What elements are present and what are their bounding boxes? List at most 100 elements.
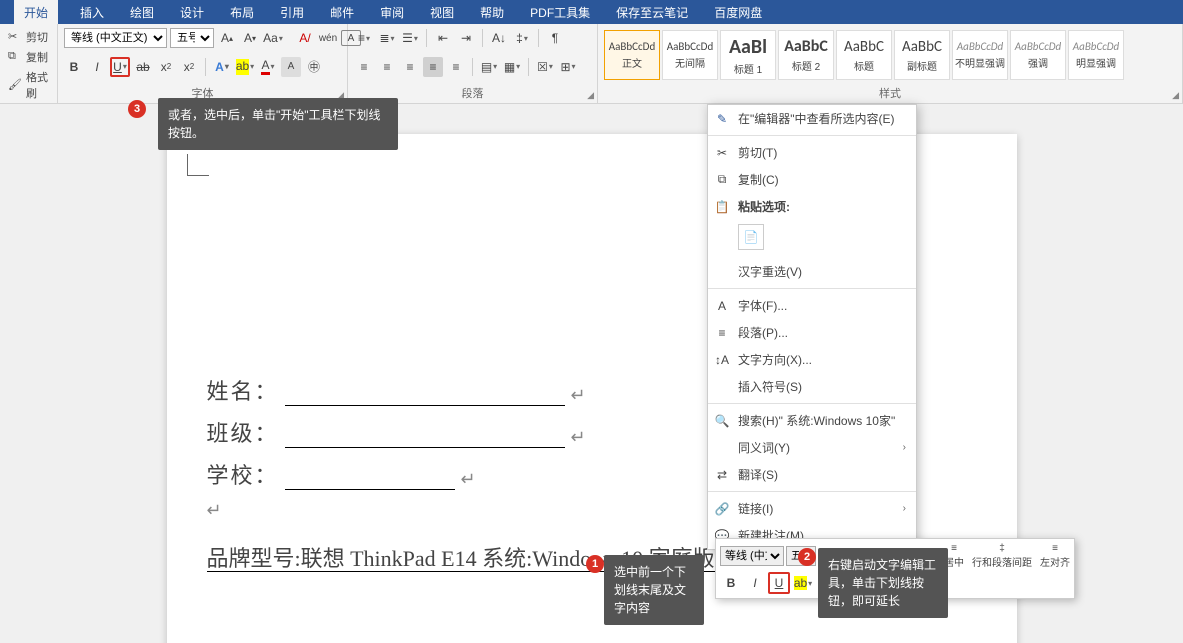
paragraph-opt1-button[interactable]: ☒▾ <box>535 57 555 77</box>
strike-button[interactable]: ab <box>133 57 153 77</box>
underline-name <box>285 382 565 406</box>
align-center-button[interactable]: ≡ <box>377 57 397 77</box>
callout-1: 选中前一个下划线末尾及文字内容 <box>604 555 704 625</box>
font-icon: A <box>714 298 730 314</box>
ribbon: ✂剪切 ⧉复制 🖌格式刷 贴板◢ 等线 (中文正文) 五号 A▴ A▾ Aa▾ … <box>0 24 1183 104</box>
tab-review[interactable]: 审阅 <box>376 0 408 25</box>
paste-keep-text-button[interactable]: 📄 <box>738 224 764 250</box>
font-color-button[interactable]: A▾ <box>258 57 278 77</box>
tab-design[interactable]: 设计 <box>176 0 208 25</box>
tab-baidu[interactable]: 百度网盘 <box>710 0 766 25</box>
style-不明显强调[interactable]: AaBbCcDd不明显强调 <box>952 30 1008 80</box>
ctx-insert-symbol[interactable]: 插入符号(S) <box>708 373 916 400</box>
sub-button[interactable]: x2 <box>156 57 176 77</box>
underline-class <box>285 424 565 448</box>
mini-alignleft-button[interactable]: ≡左对齐 <box>1040 543 1070 569</box>
underline-button[interactable]: U▾ <box>110 57 130 77</box>
style-强调[interactable]: AaBbCcDd强调 <box>1010 30 1066 80</box>
cut-button[interactable]: ✂剪切 <box>6 28 51 46</box>
grow-font-button[interactable]: A▴ <box>217 28 237 48</box>
style-副标题[interactable]: AaBbC副标题 <box>894 30 950 80</box>
ctx-text-direction[interactable]: ↕A文字方向(X)... <box>708 346 916 373</box>
ctx-search[interactable]: 🔍搜索(H)" 系统:Windows 10家" <box>708 407 916 434</box>
tab-insert[interactable]: 插入 <box>76 0 108 25</box>
ctx-translate[interactable]: ⇄翻译(S) <box>708 461 916 488</box>
style-正文[interactable]: AaBbCcDd正文 <box>604 30 660 80</box>
style-标题 2[interactable]: AaBbC标题 2 <box>778 30 834 80</box>
italic-button[interactable]: I <box>87 57 107 77</box>
ctx-link[interactable]: 🔗链接(I)› <box>708 495 916 522</box>
mini-bold-button[interactable]: B <box>720 572 742 594</box>
label-school: 学校： <box>207 458 279 490</box>
enclosed-char-button[interactable]: ㊥ <box>304 57 324 77</box>
style-标题 1[interactable]: AaBl标题 1 <box>720 30 776 80</box>
group-styles-label: 样式◢ <box>604 85 1176 101</box>
cut-icon: ✂ <box>714 145 730 161</box>
pinyin-button[interactable]: wén <box>318 28 338 48</box>
mini-underline-button[interactable]: U <box>768 572 790 594</box>
style-明显强调[interactable]: AaBbCcDd明显强调 <box>1068 30 1124 80</box>
style-无间隔[interactable]: AaBbCcDd无间隔 <box>662 30 718 80</box>
tab-references[interactable]: 引用 <box>276 0 308 25</box>
tab-mailings[interactable]: 邮件 <box>326 0 358 25</box>
label-name: 姓名： <box>207 374 279 406</box>
font-family-select[interactable]: 等线 (中文正文) <box>64 28 167 48</box>
numbering-button[interactable]: ≣▾ <box>377 28 397 48</box>
bullets-button[interactable]: ≡▾ <box>354 28 374 48</box>
tab-layout[interactable]: 布局 <box>226 0 258 25</box>
style-标题[interactable]: AaBbC标题 <box>836 30 892 80</box>
link-icon: 🔗 <box>714 501 730 517</box>
line-spacing-button[interactable]: ‡▾ <box>512 28 532 48</box>
multilevel-button[interactable]: ☰▾ <box>400 28 420 48</box>
callout-3: 或者，选中后，单击"开始"工具栏下划线按钮。 <box>158 98 398 150</box>
change-case-button[interactable]: Aa▾ <box>263 28 283 48</box>
align-right-button[interactable]: ≡ <box>400 57 420 77</box>
char-shading-button[interactable]: A <box>281 57 301 77</box>
align-left-button[interactable]: ≡ <box>354 57 374 77</box>
ctx-synonym[interactable]: 同义词(Y)› <box>708 434 916 461</box>
ctx-copy[interactable]: ⧉复制(C) <box>708 166 916 193</box>
sup-button[interactable]: x2 <box>179 57 199 77</box>
show-marks-button[interactable]: ¶ <box>545 28 565 48</box>
align-justify-button[interactable]: ≡ <box>423 57 443 77</box>
tab-view[interactable]: 视图 <box>426 0 458 25</box>
margin-marker-icon <box>187 154 209 176</box>
tab-home[interactable]: 开始 <box>14 0 58 25</box>
return-icon: ↵ <box>571 427 586 448</box>
ctx-font[interactable]: A字体(F)... <box>708 292 916 319</box>
tab-pdf[interactable]: PDF工具集 <box>526 0 594 25</box>
phonetic-button[interactable]: A/ <box>295 28 315 48</box>
format-painter-button[interactable]: 🖌格式刷 <box>6 68 51 102</box>
indent-dec-button[interactable]: ⇤ <box>433 28 453 48</box>
tab-draw[interactable]: 绘图 <box>126 0 158 25</box>
styles-gallery[interactable]: AaBbCcDd正文AaBbCcDd无间隔AaBl标题 1AaBbC标题 2Aa… <box>604 28 1176 80</box>
bold-button[interactable]: B <box>64 57 84 77</box>
paragraph-opt2-button[interactable]: ⊞▾ <box>558 57 578 77</box>
fmt-label: 格式刷 <box>26 69 49 101</box>
shading-button[interactable]: ▤▾ <box>479 57 499 77</box>
ctx-reconvert[interactable]: 汉字重选(V) <box>708 258 916 285</box>
borders-button[interactable]: ▦▾ <box>502 57 522 77</box>
paste-text-icon: 📄 <box>744 230 759 244</box>
mini-italic-button[interactable]: I <box>744 572 766 594</box>
highlight-button[interactable]: ab▾ <box>235 57 255 77</box>
ctx-paragraph[interactable]: ≡段落(P)... <box>708 319 916 346</box>
translate-icon: ⇄ <box>714 467 730 483</box>
tab-help[interactable]: 帮助 <box>476 0 508 25</box>
tab-cloudnote[interactable]: 保存至云笔记 <box>612 0 692 25</box>
mini-linepara-button[interactable]: ‡行和段落间距 <box>972 543 1032 569</box>
ctx-cut[interactable]: ✂剪切(T) <box>708 139 916 166</box>
ctx-editor-view[interactable]: ✎在"编辑器"中查看所选内容(E) <box>708 105 916 132</box>
sort-button[interactable]: A↓ <box>489 28 509 48</box>
align-distribute-button[interactable]: ≡ <box>446 57 466 77</box>
indent-inc-button[interactable]: ⇥ <box>456 28 476 48</box>
text-effect-button[interactable]: A▾ <box>212 57 232 77</box>
font-size-select[interactable]: 五号 <box>170 28 214 48</box>
shrink-font-button[interactable]: A▾ <box>240 28 260 48</box>
copy-icon: ⧉ <box>714 172 730 188</box>
mini-highlight-button[interactable]: ab▾ <box>792 572 814 594</box>
copy-button[interactable]: ⧉复制 <box>6 48 51 66</box>
center-icon: ≡ <box>951 543 957 554</box>
mini-font-select[interactable]: 等线 (中文 <box>720 546 784 566</box>
paragraph-icon: ≡ <box>714 325 730 341</box>
